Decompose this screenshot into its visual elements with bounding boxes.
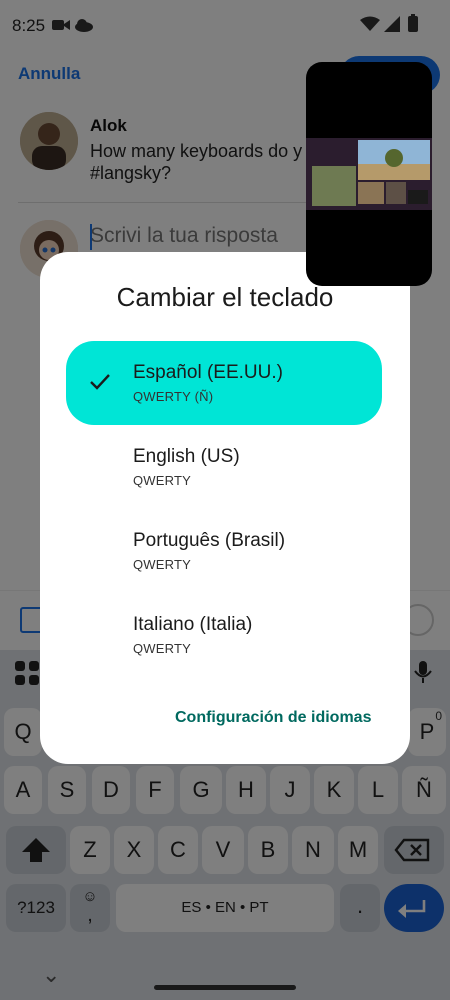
option-name: Português (Brasil) xyxy=(133,530,286,551)
dialog-title: Cambiar el teclado xyxy=(116,282,334,312)
option-name: Español (EE.UU.) xyxy=(133,362,283,383)
option-layout: QWERTY xyxy=(133,473,192,488)
check-icon xyxy=(90,374,110,390)
video-frame xyxy=(306,138,432,210)
option-layout: QWERTY (Ñ) xyxy=(133,389,214,404)
option-name: Italiano (Italia) xyxy=(133,614,253,635)
option-layout: QWERTY xyxy=(133,641,192,656)
picture-in-picture-video[interactable] xyxy=(306,62,432,286)
option-layout: QWERTY xyxy=(133,557,192,572)
option-name: English (US) xyxy=(133,446,240,467)
language-settings-link[interactable]: Configuración de idiomas xyxy=(175,709,371,727)
